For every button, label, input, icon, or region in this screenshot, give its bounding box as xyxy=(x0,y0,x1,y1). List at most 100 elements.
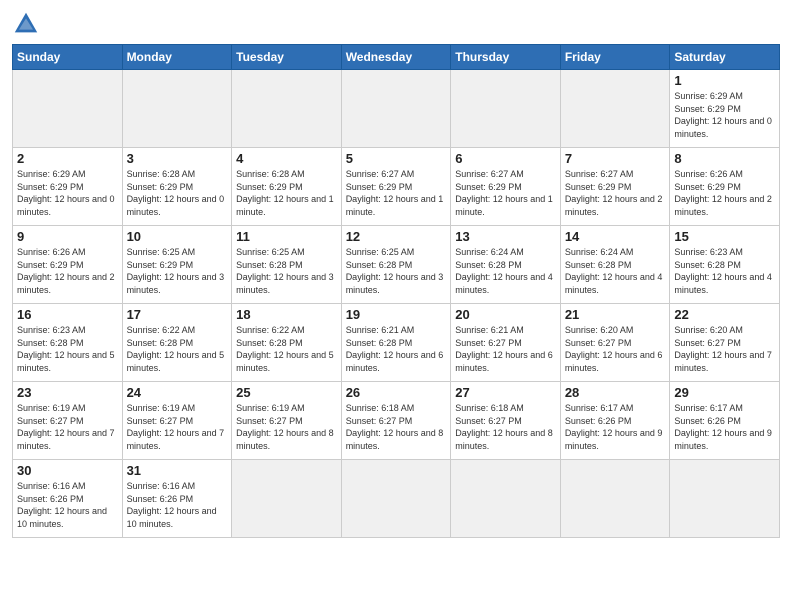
day-info: Sunrise: 6:27 AMSunset: 6:29 PMDaylight:… xyxy=(346,168,447,218)
calendar-body: 1 Sunrise: 6:29 AMSunset: 6:29 PMDaylight… xyxy=(13,70,780,538)
calendar-header: SundayMondayTuesdayWednesdayThursdayFrid… xyxy=(13,45,780,70)
calendar-day xyxy=(451,70,561,148)
day-info: Sunrise: 6:25 AMSunset: 6:29 PMDaylight:… xyxy=(127,246,228,296)
day-info: Sunrise: 6:23 AMSunset: 6:28 PMDaylight:… xyxy=(17,324,118,374)
day-number: 7 xyxy=(565,151,666,166)
calendar-day xyxy=(560,460,670,538)
day-number: 2 xyxy=(17,151,118,166)
day-number: 5 xyxy=(346,151,447,166)
day-info: Sunrise: 6:18 AMSunset: 6:27 PMDaylight:… xyxy=(346,402,447,452)
day-info: Sunrise: 6:28 AMSunset: 6:29 PMDaylight:… xyxy=(127,168,228,218)
day-number: 11 xyxy=(236,229,337,244)
calendar: SundayMondayTuesdayWednesdayThursdayFrid… xyxy=(12,44,780,538)
weekday-header: Wednesday xyxy=(341,45,451,70)
day-info: Sunrise: 6:27 AMSunset: 6:29 PMDaylight:… xyxy=(565,168,666,218)
calendar-day: 12Sunrise: 6:25 AMSunset: 6:28 PMDayligh… xyxy=(341,226,451,304)
day-number: 28 xyxy=(565,385,666,400)
calendar-day: 30 Sunrise: 6:16 AMSunset: 6:26 PMDayligh… xyxy=(13,460,123,538)
day-info: Sunrise: 6:20 AMSunset: 6:27 PMDaylight:… xyxy=(674,324,775,374)
day-info: Sunrise: 6:27 AMSunset: 6:29 PMDaylight:… xyxy=(455,168,556,218)
day-number: 26 xyxy=(346,385,447,400)
calendar-week: 30 Sunrise: 6:16 AMSunset: 6:26 PMDayligh… xyxy=(13,460,780,538)
day-info: Sunrise: 6:19 AMSunset: 6:27 PMDaylight:… xyxy=(17,402,118,452)
calendar-day xyxy=(13,70,123,148)
day-info: Sunrise: 6:17 AMSunset: 6:26 PMDaylight:… xyxy=(674,402,775,452)
day-number: 10 xyxy=(127,229,228,244)
day-info: Sunrise: 6:19 AMSunset: 6:27 PMDaylight:… xyxy=(127,402,228,452)
day-info: Sunrise: 6:22 AMSunset: 6:28 PMDaylight:… xyxy=(236,324,337,374)
day-number: 20 xyxy=(455,307,556,322)
day-number: 4 xyxy=(236,151,337,166)
calendar-day xyxy=(341,70,451,148)
calendar-day xyxy=(560,70,670,148)
calendar-day: 2 Sunrise: 6:29 AMSunset: 6:29 PMDaylight… xyxy=(13,148,123,226)
day-number: 30 xyxy=(17,463,118,478)
calendar-day: 16 Sunrise: 6:23 AMSunset: 6:28 PMDayligh… xyxy=(13,304,123,382)
day-number: 18 xyxy=(236,307,337,322)
weekday-row: SundayMondayTuesdayWednesdayThursdayFrid… xyxy=(13,45,780,70)
calendar-day: 15 Sunrise: 6:23 AMSunset: 6:28 PMDayligh… xyxy=(670,226,780,304)
calendar-day: 4 Sunrise: 6:28 AMSunset: 6:29 PMDaylight… xyxy=(232,148,342,226)
day-info: Sunrise: 6:25 AMSunset: 6:28 PMDaylight:… xyxy=(236,246,337,296)
day-info: Sunrise: 6:16 AMSunset: 6:26 PMDaylight:… xyxy=(17,480,118,530)
calendar-day: 21Sunrise: 6:20 AMSunset: 6:27 PMDayligh… xyxy=(560,304,670,382)
day-info: Sunrise: 6:24 AMSunset: 6:28 PMDaylight:… xyxy=(565,246,666,296)
calendar-week: 1 Sunrise: 6:29 AMSunset: 6:29 PMDaylight… xyxy=(13,70,780,148)
day-number: 15 xyxy=(674,229,775,244)
weekday-header: Tuesday xyxy=(232,45,342,70)
day-number: 27 xyxy=(455,385,556,400)
calendar-day: 31Sunrise: 6:16 AMSunset: 6:26 PMDayligh… xyxy=(122,460,232,538)
calendar-day: 24 Sunrise: 6:19 AMSunset: 6:27 PMDayligh… xyxy=(122,382,232,460)
header xyxy=(12,10,780,38)
calendar-day: 13Sunrise: 6:24 AMSunset: 6:28 PMDayligh… xyxy=(451,226,561,304)
calendar-day: 1 Sunrise: 6:29 AMSunset: 6:29 PMDaylight… xyxy=(670,70,780,148)
calendar-week: 9Sunrise: 6:26 AMSunset: 6:29 PMDaylight… xyxy=(13,226,780,304)
calendar-day: 3Sunrise: 6:28 AMSunset: 6:29 PMDaylight… xyxy=(122,148,232,226)
day-info: Sunrise: 6:26 AMSunset: 6:29 PMDaylight:… xyxy=(674,168,775,218)
day-info: Sunrise: 6:24 AMSunset: 6:28 PMDaylight:… xyxy=(455,246,556,296)
calendar-week: 16 Sunrise: 6:23 AMSunset: 6:28 PMDayligh… xyxy=(13,304,780,382)
day-info: Sunrise: 6:29 AMSunset: 6:29 PMDaylight:… xyxy=(17,168,118,218)
day-number: 16 xyxy=(17,307,118,322)
day-info: Sunrise: 6:29 AMSunset: 6:29 PMDaylight:… xyxy=(674,90,775,140)
day-number: 17 xyxy=(127,307,228,322)
day-info: Sunrise: 6:21 AMSunset: 6:28 PMDaylight:… xyxy=(346,324,447,374)
day-number: 1 xyxy=(674,73,775,88)
calendar-day: 27 Sunrise: 6:18 AMSunset: 6:27 PMDayligh… xyxy=(451,382,561,460)
day-number: 9 xyxy=(17,229,118,244)
calendar-day xyxy=(232,460,342,538)
calendar-day: 11 Sunrise: 6:25 AMSunset: 6:28 PMDayligh… xyxy=(232,226,342,304)
day-info: Sunrise: 6:23 AMSunset: 6:28 PMDaylight:… xyxy=(674,246,775,296)
day-info: Sunrise: 6:28 AMSunset: 6:29 PMDaylight:… xyxy=(236,168,337,218)
day-number: 25 xyxy=(236,385,337,400)
day-number: 19 xyxy=(346,307,447,322)
day-number: 29 xyxy=(674,385,775,400)
day-info: Sunrise: 6:25 AMSunset: 6:28 PMDaylight:… xyxy=(346,246,447,296)
calendar-day: 25Sunrise: 6:19 AMSunset: 6:27 PMDayligh… xyxy=(232,382,342,460)
day-info: Sunrise: 6:21 AMSunset: 6:27 PMDaylight:… xyxy=(455,324,556,374)
weekday-header: Thursday xyxy=(451,45,561,70)
calendar-day: 14 Sunrise: 6:24 AMSunset: 6:28 PMDayligh… xyxy=(560,226,670,304)
calendar-day: 28Sunrise: 6:17 AMSunset: 6:26 PMDayligh… xyxy=(560,382,670,460)
page: SundayMondayTuesdayWednesdayThursdayFrid… xyxy=(0,0,792,612)
calendar-day: 22 Sunrise: 6:20 AMSunset: 6:27 PMDayligh… xyxy=(670,304,780,382)
calendar-day xyxy=(232,70,342,148)
calendar-week: 2 Sunrise: 6:29 AMSunset: 6:29 PMDaylight… xyxy=(13,148,780,226)
logo-icon xyxy=(12,10,40,38)
calendar-day: 6Sunrise: 6:27 AMSunset: 6:29 PMDaylight… xyxy=(451,148,561,226)
calendar-week: 23Sunrise: 6:19 AMSunset: 6:27 PMDayligh… xyxy=(13,382,780,460)
weekday-header: Saturday xyxy=(670,45,780,70)
day-number: 24 xyxy=(127,385,228,400)
day-number: 22 xyxy=(674,307,775,322)
weekday-header: Sunday xyxy=(13,45,123,70)
calendar-day: 7 Sunrise: 6:27 AMSunset: 6:29 PMDaylight… xyxy=(560,148,670,226)
day-number: 14 xyxy=(565,229,666,244)
calendar-day xyxy=(670,460,780,538)
calendar-day: 9Sunrise: 6:26 AMSunset: 6:29 PMDaylight… xyxy=(13,226,123,304)
calendar-day: 20 Sunrise: 6:21 AMSunset: 6:27 PMDayligh… xyxy=(451,304,561,382)
day-info: Sunrise: 6:18 AMSunset: 6:27 PMDaylight:… xyxy=(455,402,556,452)
weekday-header: Friday xyxy=(560,45,670,70)
calendar-day: 18 Sunrise: 6:22 AMSunset: 6:28 PMDayligh… xyxy=(232,304,342,382)
day-info: Sunrise: 6:22 AMSunset: 6:28 PMDaylight:… xyxy=(127,324,228,374)
calendar-day: 10 Sunrise: 6:25 AMSunset: 6:29 PMDayligh… xyxy=(122,226,232,304)
